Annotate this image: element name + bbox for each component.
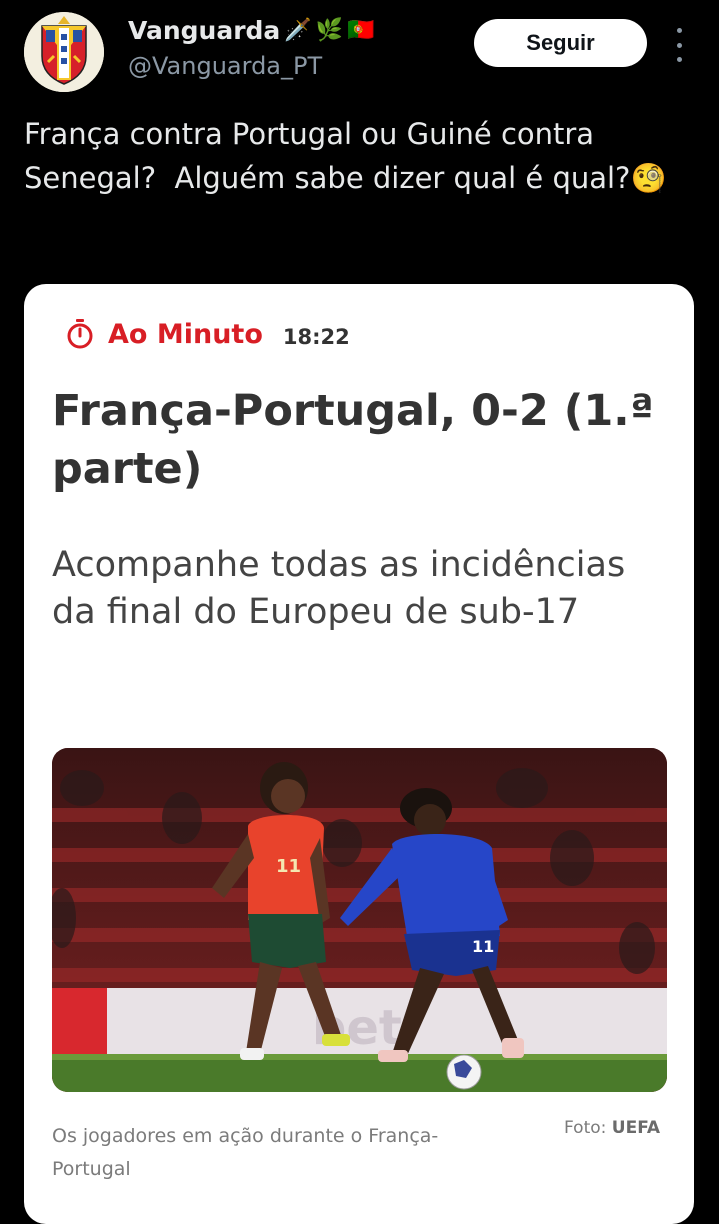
football-match-photo: bet 11 11 bbox=[52, 748, 667, 1092]
avatar[interactable] bbox=[24, 12, 104, 92]
herb-emoji: 🌿 bbox=[315, 17, 344, 43]
follow-button[interactable]: Seguir bbox=[474, 19, 647, 67]
monocle-face-emoji: 🧐 bbox=[630, 161, 667, 195]
photo-caption: Os jogadores em ação durante o França-Po… bbox=[52, 1125, 439, 1180]
credit-source: UEFA bbox=[611, 1118, 661, 1138]
kicker-label: Ao Minuto bbox=[108, 318, 263, 350]
portugal-flag-emoji: 🇵🇹 bbox=[347, 17, 375, 43]
card-kicker: Ao Minuto 18:22 bbox=[64, 318, 350, 350]
credit-prefix: Foto: bbox=[564, 1118, 607, 1138]
dagger-emoji: 🗡️ bbox=[284, 17, 312, 43]
article-headline[interactable]: França-Portugal, 0-2 (1.ª parte) bbox=[52, 382, 672, 498]
jersey-number-france: 11 bbox=[472, 937, 494, 956]
stopwatch-icon bbox=[67, 319, 93, 349]
photo-credit: Foto: UEFA bbox=[564, 1118, 660, 1138]
football-ball bbox=[446, 1054, 482, 1090]
tweet-body: França contra Portugal ou Guiné contra S… bbox=[24, 117, 631, 195]
link-preview-card[interactable]: Ao Minuto 18:22 França-Portugal, 0-2 (1.… bbox=[24, 284, 694, 1224]
jersey-number-portugal: 11 bbox=[276, 856, 301, 877]
author-handle[interactable]: @Vanguarda_PT bbox=[128, 52, 322, 80]
coat-of-arms-avatar-icon bbox=[24, 12, 104, 92]
tweet-text: França contra Portugal ou Guiné contra S… bbox=[24, 112, 694, 200]
more-vertical-icon[interactable] bbox=[670, 28, 688, 62]
author-display-name[interactable]: Vanguarda bbox=[128, 16, 280, 45]
tweet-header: Vanguarda 🗡️ 🌿 🇵🇹 @Vanguarda_PT Seguir bbox=[0, 0, 719, 110]
article-photo[interactable]: bet 11 11 bbox=[52, 748, 667, 1092]
author-name-row: Vanguarda 🗡️ 🌿 🇵🇹 bbox=[128, 16, 375, 45]
kicker-time: 18:22 bbox=[282, 324, 350, 349]
article-subtitle: Acompanhe todas as incidências da final … bbox=[52, 545, 626, 632]
